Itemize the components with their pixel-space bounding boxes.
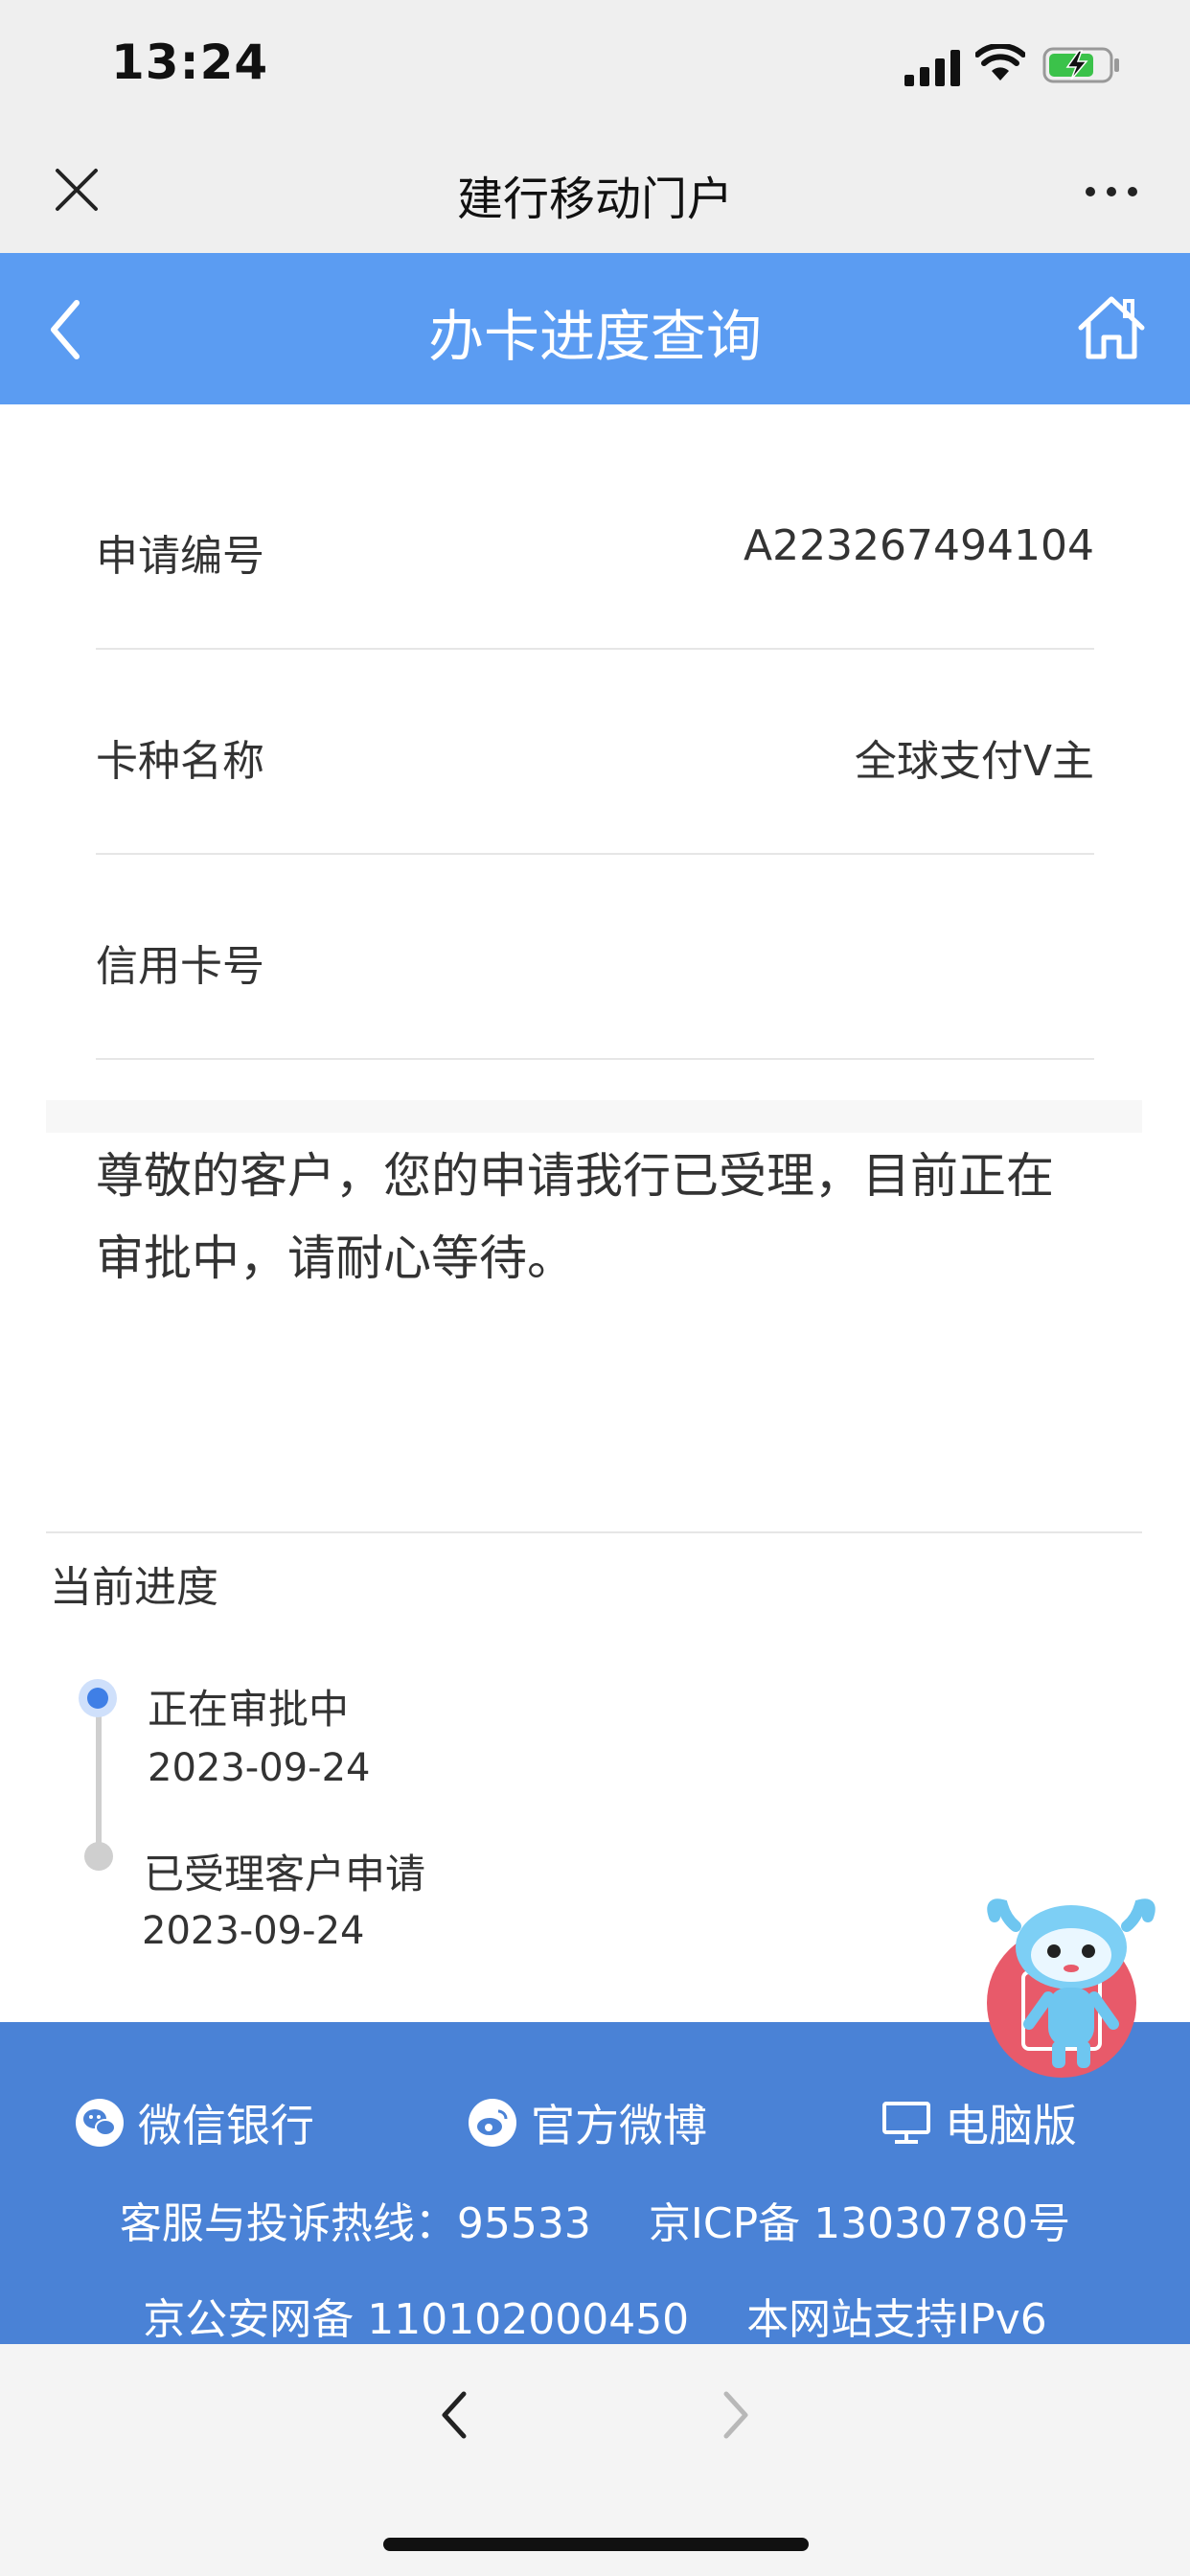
timeline-line — [96, 1712, 102, 1855]
footer-link-label: 官方微博 — [531, 2100, 707, 2151]
progress-title: 当前进度 — [50, 1563, 218, 1612]
card-type-label: 卡种名称 — [96, 737, 264, 786]
timeline-dot-done — [84, 1842, 113, 1871]
status-time: 13:24 — [111, 34, 269, 90]
card-number-label: 信用卡号 — [96, 942, 264, 991]
footer-link-desktop[interactable]: 电脑版 — [881, 2091, 1077, 2154]
application-number-label: 申请编号 — [96, 532, 264, 581]
footer-info-line: 客服与投诉热线：95533 京ICP备 13030780号 — [0, 2189, 1190, 2250]
footer-link-weibo[interactable]: 官方微博 — [468, 2091, 707, 2154]
wechat-icon — [76, 2099, 124, 2147]
window-title: 建行移动门户 — [456, 172, 733, 226]
footer-link-label: 微信银行 — [138, 2100, 314, 2151]
page-title: 办卡进度查询 — [427, 304, 762, 369]
divider — [46, 1531, 1142, 1533]
footer-link-label: 电脑版 — [945, 2100, 1077, 2151]
wifi-icon — [975, 44, 1025, 80]
more-icon[interactable] — [1083, 174, 1140, 209]
weibo-icon — [469, 2099, 516, 2147]
hotline-text: 客服与投诉热线：95533 — [119, 2199, 591, 2248]
card-type-row: 卡种名称 全球支付V主 — [96, 650, 1094, 855]
monitor-icon — [882, 2102, 930, 2144]
timeline-step-date: 2023-09-24 — [142, 1909, 365, 1953]
police-record-text[interactable]: 京公安网备 110102000450 — [143, 2295, 689, 2344]
timeline-step-name: 已受理客户申请 — [144, 1851, 426, 1898]
home-icon[interactable] — [1075, 293, 1148, 362]
card-type-value: 全球支付V主 — [854, 737, 1094, 786]
assistant-mascot-icon[interactable] — [985, 1898, 1157, 2089]
timeline-dot-active — [79, 1679, 117, 1717]
nav-forward-icon[interactable] — [717, 2388, 755, 2442]
footer-info-line: 京公安网备 110102000450 本网站支持IPv6 — [0, 2285, 1190, 2346]
application-number-value: A223267494104 — [743, 521, 1094, 570]
nav-back-icon[interactable] — [435, 2388, 473, 2442]
section-separator — [46, 1100, 1142, 1133]
timeline-step-name: 正在审批中 — [148, 1686, 350, 1733]
timeline-step-date: 2023-09-24 — [148, 1746, 371, 1790]
battery-icon — [1042, 47, 1119, 83]
status-notice: 尊敬的客户，您的申请我行已受理，目前正在审批中，请耐心等待。 — [96, 1148, 1054, 1286]
card-number-row: 信用卡号 — [96, 855, 1094, 1060]
icp-text[interactable]: 京ICP备 13030780号 — [649, 2199, 1070, 2248]
home-indicator — [383, 2538, 809, 2551]
ipv6-text: 本网站支持IPv6 — [746, 2295, 1047, 2344]
application-number-row: 申请编号 A223267494104 — [96, 445, 1094, 650]
footer-link-wechat-bank[interactable]: 微信银行 — [75, 2091, 314, 2154]
signal-icon — [904, 50, 960, 86]
